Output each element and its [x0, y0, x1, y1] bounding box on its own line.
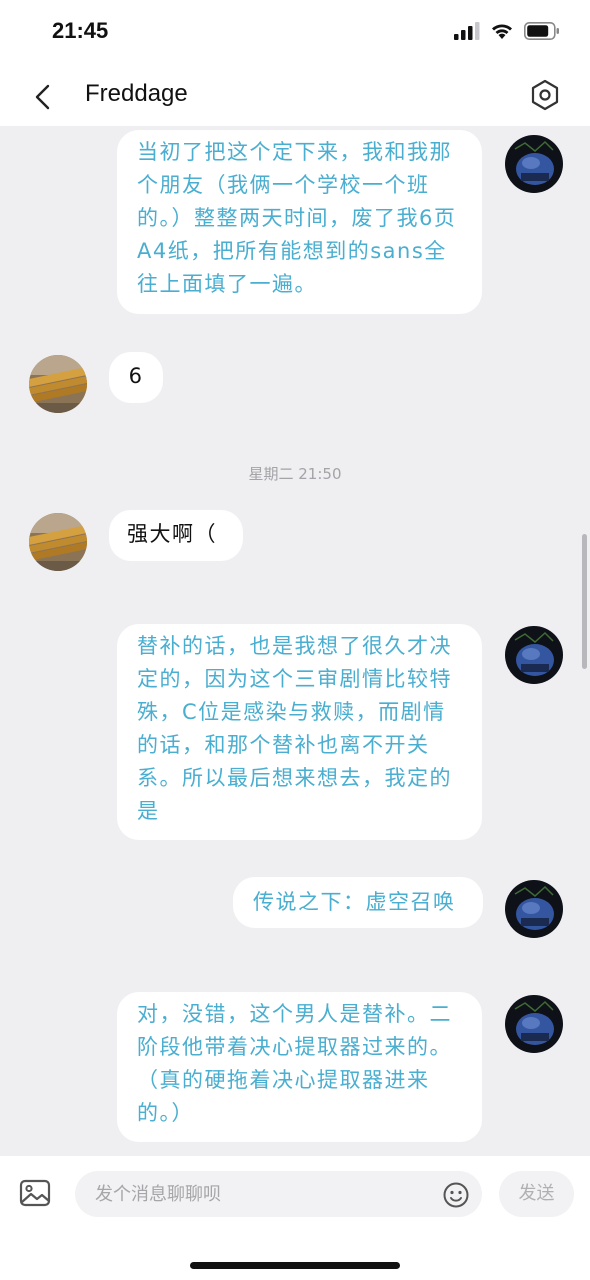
message-bubble-mine[interactable]: 当初了把这个定下来，我和我那个朋友（我俩一个学校一个班的。）整整两天时间，废了我…: [117, 130, 482, 314]
chat-area[interactable]: 当初了把这个定下来，我和我那个朋友（我俩一个学校一个班的。）整整两天时间，废了我…: [0, 126, 590, 1156]
battery-icon: [524, 22, 559, 40]
image-icon: [19, 1179, 51, 1207]
message-text: 传说之下：虚空召唤: [253, 890, 456, 914]
status-bar: 21:45: [0, 0, 590, 66]
message-bubble-mine[interactable]: 替补的话，也是我想了很久才决定的，因为这个三审剧情比较特殊，C位是感染与救赎，而…: [117, 624, 482, 840]
friend-avatar[interactable]: [29, 513, 87, 571]
my-avatar[interactable]: [505, 880, 563, 938]
my-avatar[interactable]: [505, 626, 563, 684]
home-indicator: [190, 1262, 400, 1269]
input-bar: 发送: [0, 1156, 590, 1280]
message-bubble-theirs[interactable]: 强大啊（: [109, 510, 243, 561]
send-button[interactable]: 发送: [499, 1171, 574, 1217]
settings-button[interactable]: [528, 78, 562, 112]
message-text: 6: [128, 364, 144, 388]
message-text: 对，没错，这个男人是替补。二阶段他带着决心提取器过来的。（真的硬拖着决心提取器进…: [137, 1002, 452, 1125]
status-time: 21:45: [52, 18, 109, 43]
message-text: 替补的话，也是我想了很久才决定的，因为这个三审剧情比较特殊，C位是感染与救赎，而…: [137, 634, 452, 823]
message-bubble-mine[interactable]: 传说之下：虚空召唤: [233, 877, 483, 928]
back-arrow-icon: [35, 84, 50, 110]
scrollbar[interactable]: [582, 534, 587, 669]
message-timestamp: 星期二 21:50: [248, 465, 342, 483]
signal-icon: [454, 22, 480, 40]
wifi-icon: [492, 24, 512, 39]
back-button[interactable]: [26, 80, 60, 114]
chat-title: Freddage: [85, 80, 188, 107]
my-avatar[interactable]: [505, 995, 563, 1053]
emoji-icon: [443, 1182, 469, 1208]
message-text: 当初了把这个定下来，我和我那个朋友（我俩一个学校一个班的。）整整两天时间，废了我…: [137, 140, 457, 296]
message-bubble-mine[interactable]: 对，没错，这个男人是替补。二阶段他带着决心提取器过来的。（真的硬拖着决心提取器进…: [117, 992, 482, 1142]
image-button[interactable]: [18, 1176, 52, 1210]
message-input[interactable]: [75, 1171, 482, 1217]
message-text: 强大啊（: [127, 522, 217, 546]
friend-avatar[interactable]: [29, 355, 87, 413]
settings-hexagon-icon: [531, 79, 559, 111]
status-icons: [454, 22, 560, 40]
my-avatar[interactable]: [505, 135, 563, 193]
nav-bar: Freddage: [0, 66, 590, 126]
message-bubble-theirs[interactable]: 6: [109, 352, 163, 403]
emoji-button[interactable]: [442, 1181, 470, 1209]
